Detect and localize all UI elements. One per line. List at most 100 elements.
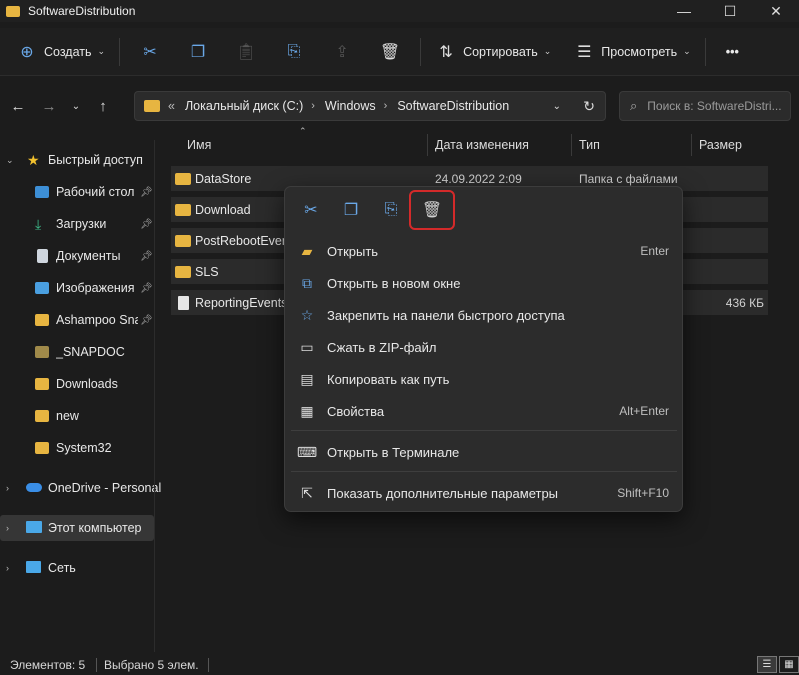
menu-item-properties[interactable]: ▦ Свойства Alt+Enter xyxy=(291,396,677,426)
breadcrumb-item[interactable]: SoftwareDistribution xyxy=(397,99,509,113)
refresh-icon[interactable]: ↻ xyxy=(583,98,595,115)
maximize-button[interactable]: ☐ xyxy=(707,0,753,22)
column-divider[interactable] xyxy=(427,134,428,156)
rename-icon[interactable]: ⎘ xyxy=(371,193,411,227)
sidebar-item-downloads[interactable]: ⤓ Загрузки 📌︎ xyxy=(0,211,154,237)
address-bar[interactable]: « Локальный диск (C:) › Windows › Software… xyxy=(134,91,606,121)
folder-icon xyxy=(175,203,191,216)
copy-button[interactable]: ❐ xyxy=(174,36,222,68)
up-arrow-icon[interactable]: ↑ xyxy=(89,92,117,120)
details-view-icon[interactable]: ☰ xyxy=(757,656,777,673)
tiles-view-icon[interactable]: ▦ xyxy=(779,656,799,673)
forward-arrow-icon[interactable]: → xyxy=(35,92,63,120)
rename-icon: ⎘ xyxy=(287,42,301,60)
menu-item-open[interactable]: ▰ Открыть Enter xyxy=(291,236,677,266)
cut-icon[interactable]: ✂ xyxy=(291,193,331,227)
pane-divider[interactable] xyxy=(154,140,155,652)
breadcrumb-item[interactable]: Windows › xyxy=(325,99,387,113)
copy-icon: ❐ xyxy=(190,43,206,61)
menu-shortcut: Shift+F10 xyxy=(617,486,669,500)
computer-icon xyxy=(26,521,42,533)
file-name: PostRebootEvent xyxy=(195,233,293,248)
title-bar: SoftwareDistribution — ☐ ✕ xyxy=(0,0,799,22)
address-dropdown-icon[interactable]: ⌄ xyxy=(553,101,561,112)
menu-label: Сжать в ZIP-файл xyxy=(327,339,437,355)
sidebar-label: System32 xyxy=(56,441,112,455)
recent-chevron-icon[interactable]: ⌄ xyxy=(66,92,86,120)
chevron-down-icon: ⌄ xyxy=(97,46,106,56)
sidebar-item-documents[interactable]: Документы 📌︎ xyxy=(0,243,154,269)
sort-label: Сортировать xyxy=(463,44,538,59)
menu-label: Открыть в Терминале xyxy=(327,444,460,460)
sidebar-label: Изображения xyxy=(56,281,135,295)
column-divider[interactable] xyxy=(691,134,692,156)
sidebar-item-this-pc[interactable]: › Этот компьютер xyxy=(0,515,154,541)
document-icon xyxy=(37,249,48,263)
delete-button[interactable]: 🗑︎ xyxy=(366,36,414,68)
column-header-date[interactable]: Дата изменения xyxy=(435,130,529,160)
sort-button[interactable]: ⇅ Сортировать ⌄ xyxy=(427,36,559,68)
close-button[interactable]: ✕ xyxy=(753,0,799,22)
sidebar-item-network[interactable]: › Сеть xyxy=(0,555,154,581)
sidebar-item-snapdoc[interactable]: _SNAPDOC xyxy=(0,339,154,365)
menu-item-open-new-window[interactable]: ⧉ Открыть в новом окне xyxy=(291,268,677,298)
column-header-type[interactable]: Тип xyxy=(579,130,600,160)
menu-label: Открыть xyxy=(327,243,379,259)
window-title: SoftwareDistribution xyxy=(28,4,136,18)
overflow-crumb[interactable]: « xyxy=(168,99,175,113)
sidebar-item-desktop[interactable]: Рабочий стол 📌︎ xyxy=(0,179,154,205)
network-icon xyxy=(26,561,41,573)
search-box[interactable]: ⌕ Поиск в: SoftwareDistri... xyxy=(619,91,791,121)
paste-button[interactable]: 📋︎ xyxy=(222,36,270,68)
view-button[interactable]: ☰ Просмотреть ⌄ xyxy=(565,36,698,68)
folder-icon xyxy=(35,346,49,358)
column-header-name[interactable]: Имя xyxy=(187,130,211,160)
sidebar-item-downloads-folder[interactable]: Downloads xyxy=(0,371,154,397)
folder-app-icon xyxy=(6,5,20,17)
navigation-pane: ⌄ ★ Быстрый доступ Рабочий стол 📌︎ ⤓ Заг… xyxy=(0,140,161,652)
menu-item-compress-zip[interactable]: ▭ Сжать в ZIP-файл xyxy=(291,332,677,362)
cut-button[interactable]: ✂ xyxy=(126,36,174,68)
copy-icon[interactable]: ❐ xyxy=(331,193,371,227)
share-button[interactable]: ⇪ xyxy=(318,36,366,68)
folder-icon xyxy=(35,314,49,326)
column-divider[interactable] xyxy=(571,134,572,156)
sort-icon: ⇅ xyxy=(439,43,453,61)
breadcrumb-item[interactable]: Локальный диск (C:) › xyxy=(185,99,315,113)
toolbar-divider xyxy=(119,37,121,66)
sidebar-item-system32[interactable]: System32 xyxy=(0,435,154,461)
menu-label: Показать дополнительные параметры xyxy=(327,485,559,501)
rename-button[interactable]: ⎘ xyxy=(270,36,318,68)
status-bar: Элементов: 5 Выбрано 5 элем. ☰ ▦ xyxy=(0,654,799,675)
sidebar-item-pictures[interactable]: Изображения 📌︎ xyxy=(0,275,154,301)
menu-item-copy-as-path[interactable]: ▤ Копировать как путь xyxy=(291,364,677,394)
file-name: SLS xyxy=(195,264,219,279)
menu-item-open-terminal[interactable]: ⌨ Открыть в Терминале xyxy=(291,437,677,467)
column-header-size[interactable]: Размер xyxy=(699,130,742,160)
sidebar-label: Этот компьютер xyxy=(48,521,142,535)
sidebar-item-new[interactable]: new xyxy=(0,403,154,429)
back-arrow-icon[interactable]: ← xyxy=(4,92,32,120)
sidebar-label: Ashampoo Sna xyxy=(56,313,138,327)
toolbar-divider xyxy=(420,37,422,66)
sidebar-item-quick-access[interactable]: ⌄ ★ Быстрый доступ xyxy=(0,147,154,173)
menu-item-show-more-options[interactable]: ⇱ Показать дополнительные параметры Shif… xyxy=(291,478,677,508)
selected-count: Выбрано 5 элем. xyxy=(104,657,199,672)
sidebar-item-ashampoo[interactable]: Ashampoo Sna 📌︎ xyxy=(0,307,154,333)
create-button[interactable]: ⊕ Создать ⌄ xyxy=(8,36,113,68)
more-button[interactable]: ••• xyxy=(712,36,747,68)
minimize-button[interactable]: — xyxy=(661,0,707,22)
folder-icon xyxy=(175,172,191,185)
create-label: Создать xyxy=(44,44,92,59)
chevron-down-icon: ⌄ xyxy=(683,46,691,56)
column-label: Имя xyxy=(187,138,212,152)
sidebar-item-onedrive[interactable]: › OneDrive - Personal xyxy=(0,475,161,501)
sort-ascending-icon: ⌃ xyxy=(299,126,307,136)
menu-item-pin-quick-access[interactable]: ☆ Закрепить на панели быстрого доступа xyxy=(291,300,677,330)
file-name: ReportingEvents. xyxy=(195,295,291,310)
menu-shortcut: Enter xyxy=(640,244,669,258)
toolbar-divider xyxy=(704,37,706,66)
delete-trash-icon[interactable]: 🗑︎ xyxy=(409,190,455,230)
pin-icon: 📌︎ xyxy=(140,314,153,326)
chevron-right-icon: › xyxy=(6,483,9,493)
